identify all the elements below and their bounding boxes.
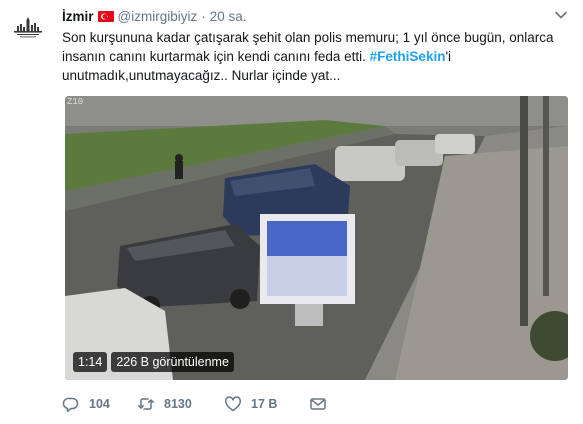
- heart-icon: [224, 395, 242, 413]
- tweet-actions: 104 8130 17 B: [62, 394, 327, 414]
- timestamp[interactable]: 20 sa.: [210, 9, 247, 24]
- envelope-icon: [309, 395, 327, 413]
- video-frame: [65, 96, 568, 380]
- like-count: 17 B: [251, 397, 278, 411]
- tweet-header: İzmir @izmirgibiyiz · 20 sa.: [62, 6, 247, 26]
- turkey-flag-icon: [97, 10, 114, 22]
- tweet-text-segment: insanın canını kurtarmak için kendi canı…: [62, 49, 370, 64]
- reply-count: 104: [89, 397, 110, 411]
- video-duration: 1:14: [73, 352, 108, 372]
- reply-icon: [62, 395, 80, 413]
- author-handle[interactable]: @izmirgibiyiz: [118, 9, 198, 24]
- video-player[interactable]: Z10 1:14 226 B görüntülenme: [65, 96, 568, 380]
- hashtag-link[interactable]: #FethiSekin: [370, 49, 446, 64]
- video-views: 226 B görüntülenme: [111, 352, 234, 372]
- tweet-text-segment: 'i: [445, 49, 452, 64]
- tweet-text-line: Son kurşununa kadar çatışarak şehit olan…: [62, 30, 554, 45]
- reply-button[interactable]: 104: [62, 394, 137, 414]
- video-info: 1:14 226 B görüntülenme: [73, 352, 234, 372]
- tweet-text: Son kurşununa kadar çatışarak şehit olan…: [62, 28, 572, 85]
- retweet-icon: [137, 395, 155, 413]
- retweet-button[interactable]: 8130: [137, 394, 224, 414]
- direct-message-button[interactable]: [309, 394, 327, 414]
- tweet[interactable]: İzmir @izmirgibiyiz · 20 sa. Son kurşunu…: [0, 0, 583, 424]
- tweet-text-line: unutmadık,unutmayacağız.. Nurlar içinde …: [62, 68, 341, 83]
- tweet-text-line: insanın canını kurtarmak için kendi canı…: [62, 47, 572, 66]
- retweet-count: 8130: [164, 397, 192, 411]
- video-timestamp-stamp: Z10: [67, 97, 84, 107]
- chevron-down-icon[interactable]: [554, 8, 568, 22]
- separator-dot: ·: [201, 8, 206, 24]
- author-name[interactable]: İzmir: [62, 9, 94, 24]
- like-button[interactable]: 17 B: [224, 394, 309, 414]
- avatar[interactable]: [8, 8, 48, 48]
